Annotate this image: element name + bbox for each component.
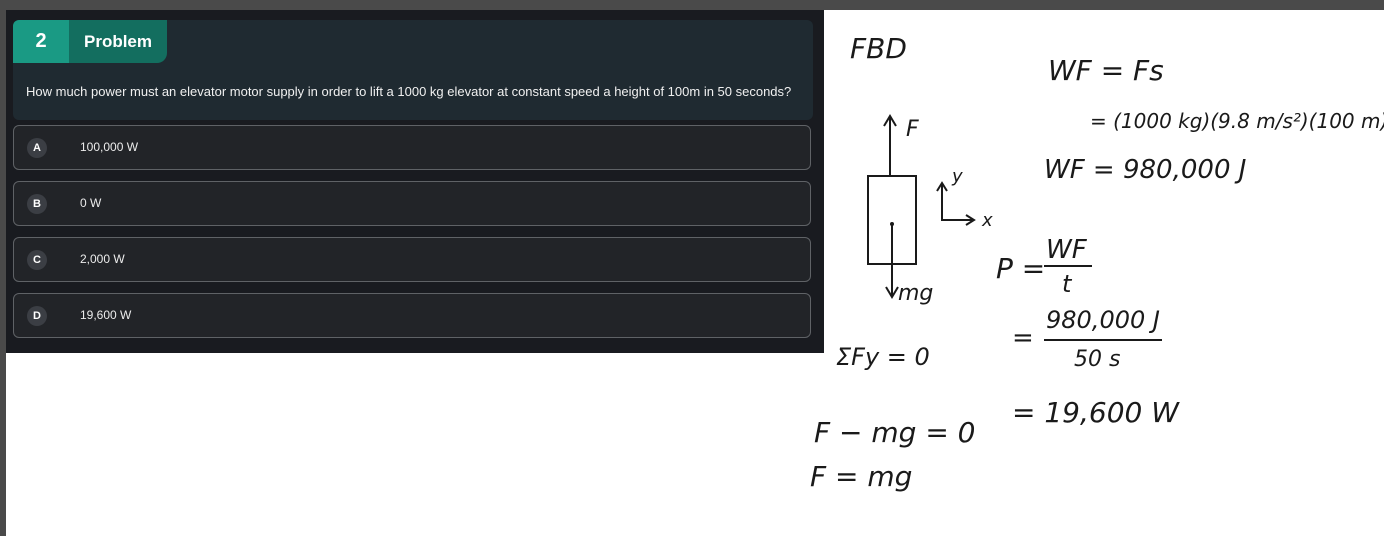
power-substitution-denominator: 50 s: [1074, 347, 1120, 372]
power-substitution-numerator: 980,000 J: [1046, 306, 1160, 334]
work-substitution: = (1000 kg)(9.8 m/s²)(100 m): [1090, 109, 1384, 133]
f-equals-mg-equation: F = mg: [810, 460, 912, 493]
choice-letter: D: [27, 306, 47, 326]
choice-text: 19,600 W: [80, 308, 132, 322]
choice-text: 0 W: [80, 196, 102, 210]
choice-letter: B: [27, 194, 47, 214]
power-substitution-equals: =: [1012, 323, 1034, 353]
force-mg-label: mg: [898, 281, 933, 306]
choice-a[interactable]: A 100,000 W: [13, 125, 811, 170]
choice-text: 2,000 W: [80, 252, 125, 266]
problem-card: 2 Problem How much power must an elevato…: [13, 20, 813, 120]
fbd-label: FBD: [850, 32, 907, 65]
choice-d[interactable]: D 19,600 W: [13, 293, 811, 338]
problem-number-badge: 2: [13, 20, 69, 63]
work-definition: WF = Fs: [1048, 54, 1164, 87]
power-fraction-numerator: WF: [1046, 235, 1088, 265]
force-f-label: F: [906, 117, 919, 142]
power-result: = 19,600 W: [1012, 396, 1180, 429]
power-label: P =: [996, 252, 1045, 285]
choice-letter: A: [27, 138, 47, 158]
window-top-border: [0, 0, 1384, 10]
choice-text: 100,000 W: [80, 140, 139, 154]
work-result: WF = 980,000 J: [1044, 155, 1246, 185]
axis-x-label: x: [981, 210, 993, 231]
power-fraction-denominator: t: [1062, 270, 1073, 298]
problem-label-badge: Problem: [69, 20, 167, 63]
f-minus-mg-equation: F − mg = 0: [814, 416, 976, 449]
choice-b[interactable]: B 0 W: [13, 181, 811, 226]
sum-fy-equation: ΣFy = 0: [836, 343, 930, 371]
quiz-panel: 2 Problem How much power must an elevato…: [6, 10, 824, 353]
choice-letter: C: [27, 250, 47, 270]
axis-y-label: y: [951, 166, 963, 187]
choice-c[interactable]: C 2,000 W: [13, 237, 811, 282]
handwritten-notes: FBD F mg y x ΣFy = 0 F − mg = 0 F = mg W…: [810, 32, 1384, 493]
question-text: How much power must an elevator motor su…: [26, 84, 792, 99]
